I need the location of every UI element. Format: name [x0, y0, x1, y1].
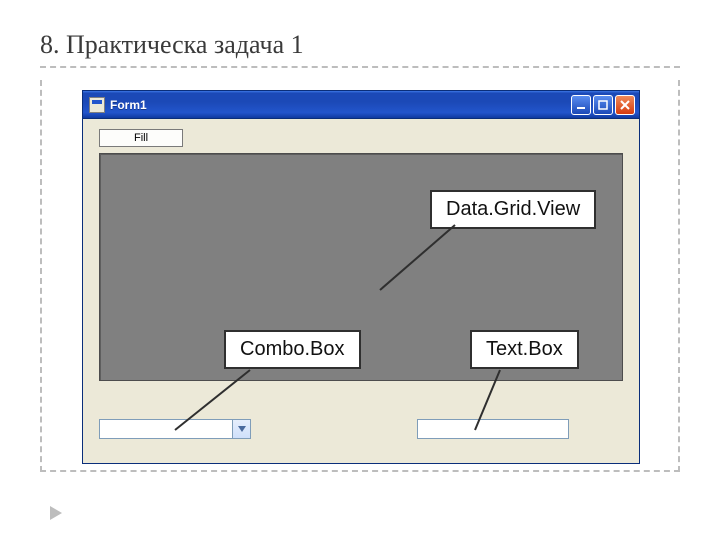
annotation-combobox: Combo.Box — [224, 330, 361, 369]
slide-body: Form1 Fill — [40, 80, 680, 472]
client-area: Fill — [87, 121, 635, 459]
minimize-button[interactable] — [571, 95, 591, 115]
slide-title: 8. Практическа задача 1 — [40, 30, 680, 68]
minimize-icon — [576, 100, 586, 110]
chevron-down-icon — [238, 426, 246, 432]
app-icon — [89, 97, 105, 113]
combobox-dropdown-button[interactable] — [232, 420, 250, 438]
combobox[interactable] — [99, 419, 251, 439]
maximize-icon — [598, 100, 608, 110]
maximize-button[interactable] — [593, 95, 613, 115]
bullet-arrow-icon — [50, 506, 62, 520]
titlebar[interactable]: Form1 — [83, 91, 639, 119]
close-button[interactable] — [615, 95, 635, 115]
form-window: Form1 Fill — [82, 90, 640, 464]
annotation-textbox: Text.Box — [470, 330, 579, 369]
textbox[interactable] — [417, 419, 569, 439]
close-icon — [620, 100, 630, 110]
combobox-text — [100, 420, 232, 438]
window-title: Form1 — [110, 98, 569, 112]
annotation-datagridview: Data.Grid.View — [430, 190, 596, 229]
fill-button[interactable]: Fill — [99, 129, 183, 147]
